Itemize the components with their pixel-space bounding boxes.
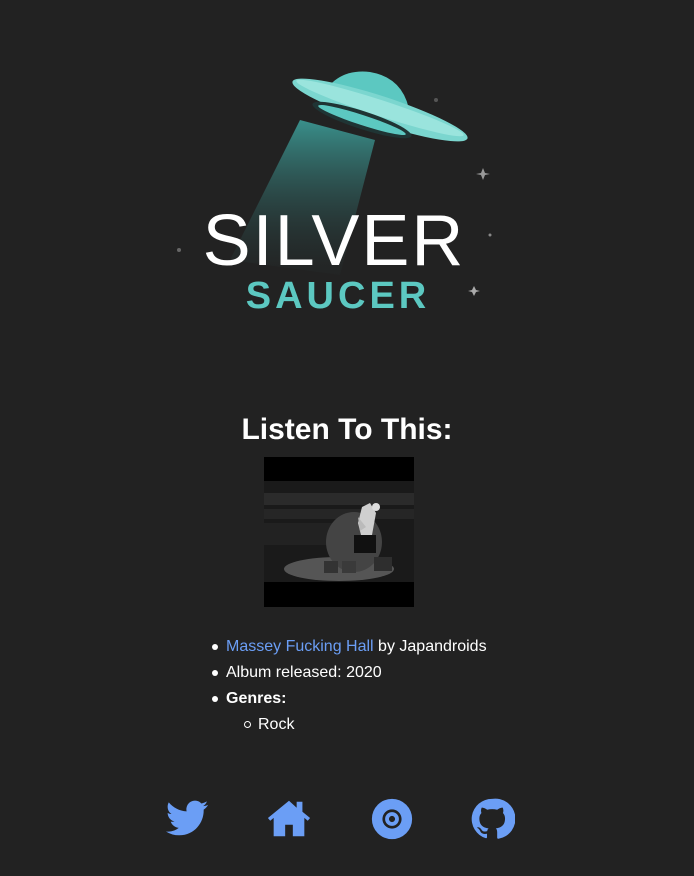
- list-item: Massey Fucking Hall by Japandroids: [212, 634, 487, 660]
- list-item: Album released: 2020: [212, 660, 487, 686]
- silver-saucer-logo: SILVER SAUCER: [170, 60, 500, 320]
- album-cover-image: [264, 457, 414, 607]
- logo-line2: SAUCER: [246, 275, 430, 317]
- twitter-link[interactable]: [164, 796, 210, 842]
- social-links: [0, 796, 694, 842]
- github-icon: [469, 796, 515, 842]
- page: SILVER SAUCER Listen To This: Massey Fuc…: [0, 0, 694, 876]
- genre-list: Rock: [226, 712, 487, 738]
- genre-item: Rock: [244, 712, 487, 738]
- album-title-link[interactable]: Massey Fucking Hall: [226, 638, 374, 655]
- record-link[interactable]: [369, 796, 415, 842]
- home-icon: [266, 796, 312, 842]
- genres-label: Genres:: [226, 690, 287, 707]
- page-title: Listen To This:: [241, 413, 453, 446]
- twitter-icon: [164, 796, 210, 842]
- album-info-list: Massey Fucking Hall by Japandroids Album…: [212, 634, 487, 738]
- artist-text: by Japandroids: [373, 638, 487, 655]
- list-item: Genres: Rock: [212, 686, 487, 738]
- github-link[interactable]: [469, 796, 515, 842]
- logo-line1: SILVER: [203, 201, 466, 281]
- record-icon: [369, 796, 415, 842]
- home-link[interactable]: [266, 796, 312, 842]
